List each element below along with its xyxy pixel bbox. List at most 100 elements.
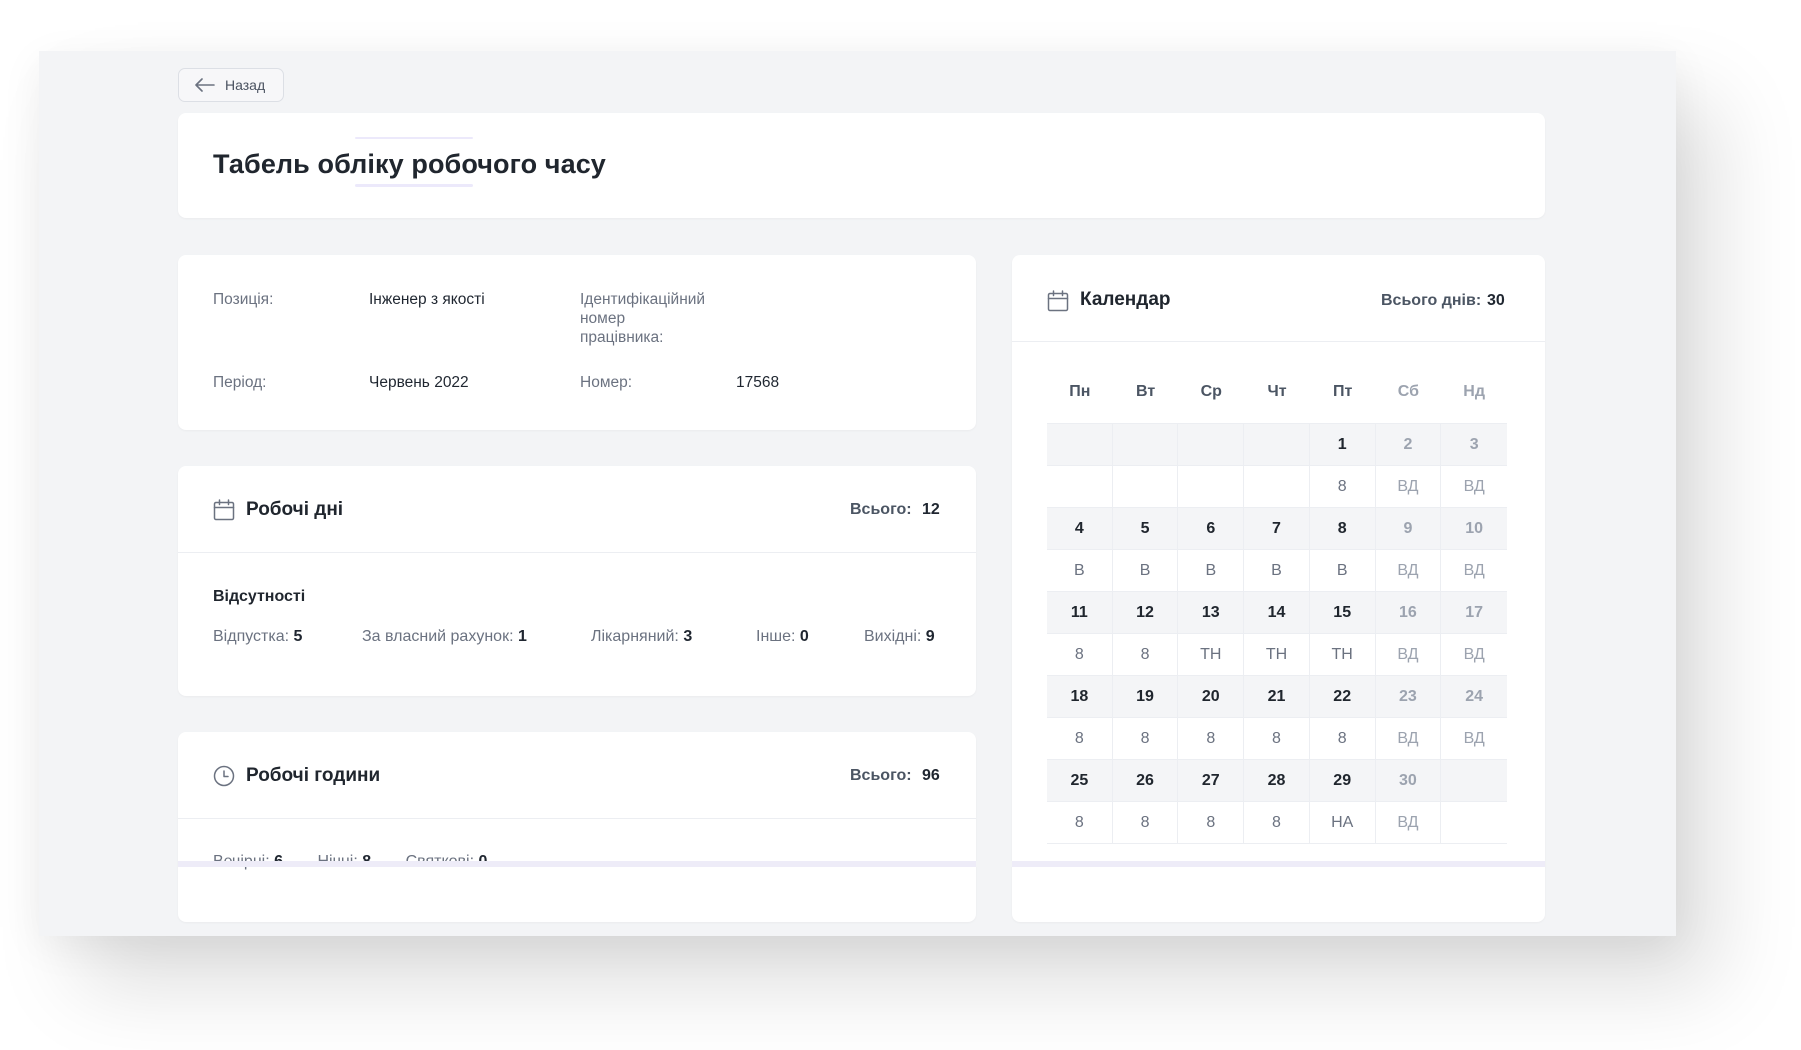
- working-hours-total-label: Всього:: [850, 767, 912, 784]
- calendar-empty-cell: [1047, 424, 1113, 466]
- calendar-day[interactable]: 18: [1047, 676, 1113, 718]
- calendar-day-code: ВД: [1375, 466, 1442, 508]
- calendar-day-code: ВД: [1441, 718, 1507, 760]
- calendar-day-code: В: [1047, 550, 1113, 592]
- working-days-total-label: Всього:: [850, 501, 912, 518]
- calendar-day[interactable]: 17: [1441, 592, 1507, 634]
- number-label: Номер:: [580, 374, 633, 391]
- calendar-total-label: Всього днів:: [1381, 292, 1482, 309]
- calendar-day[interactable]: 22: [1309, 676, 1376, 718]
- calendar-day-code: В: [1112, 550, 1179, 592]
- weekday-header: Нд: [1463, 383, 1485, 400]
- clock-icon: [213, 765, 235, 787]
- title-card: Табель обліку робочого часу: [178, 113, 1545, 218]
- weekday-header: Сб: [1397, 383, 1420, 400]
- calendar-header: Календар Всього днів: 30: [1012, 255, 1545, 342]
- calendar-day[interactable]: 21: [1244, 676, 1310, 718]
- calendar-day[interactable]: 6: [1178, 508, 1245, 550]
- absence-sick: Лікарняний: 3: [591, 628, 693, 645]
- working-days-title: Робочі дні: [246, 499, 344, 520]
- calendar-day-code: 8: [1047, 802, 1113, 844]
- calendar-day-code: 8: [1047, 634, 1113, 676]
- employee-id-label: Ідентифікаційний номер працівника:: [580, 291, 706, 346]
- calendar-total-value: 30: [1487, 292, 1505, 309]
- calendar-title: Календар: [1080, 289, 1171, 310]
- absence-other: Інше: 0: [756, 628, 809, 645]
- calendar-day-code: ТН: [1178, 634, 1245, 676]
- working-hours-title: Робочі години: [246, 765, 381, 786]
- calendar-weekday-row: Пн Вт Ср Чт Пт Сб Нд: [1047, 383, 1507, 401]
- calendar-day[interactable]: 28: [1244, 760, 1310, 802]
- calendar-day[interactable]: 2: [1375, 424, 1442, 466]
- period-value: Червень 2022: [369, 374, 469, 391]
- calendar-day-code: В: [1178, 550, 1245, 592]
- calendar-day-code: 8: [1178, 802, 1245, 844]
- calendar-day[interactable]: 9: [1375, 508, 1442, 550]
- calendar-icon: [1047, 290, 1069, 312]
- working-days-header: Робочі дні Всього: 12: [178, 466, 976, 553]
- calendar-day[interactable]: 14: [1244, 592, 1310, 634]
- weekday-header: Ср: [1200, 383, 1222, 400]
- calendar-day[interactable]: 23: [1375, 676, 1442, 718]
- calendar-day-code: ВД: [1441, 634, 1507, 676]
- calendar-day-code: ВД: [1375, 634, 1442, 676]
- calendar-day-code: ВД: [1375, 802, 1442, 844]
- calendar-day[interactable]: 10: [1441, 508, 1507, 550]
- calendar-day[interactable]: 8: [1309, 508, 1376, 550]
- calendar-day-code: В: [1309, 550, 1376, 592]
- calendar-empty-cell: [1178, 424, 1245, 466]
- calendar-day[interactable]: 7: [1244, 508, 1310, 550]
- number-value: 17568: [736, 374, 780, 391]
- calendar-day-code: 8: [1112, 634, 1179, 676]
- calendar-empty-cell: [1244, 424, 1310, 466]
- working-days-card: Робочі дні Всього: 12 Відсутності Відпус…: [178, 466, 976, 696]
- bottom-strip-gap: [976, 861, 1012, 867]
- calendar-day[interactable]: 19: [1112, 676, 1179, 718]
- weekday-header: Вт: [1135, 383, 1156, 400]
- calendar-day[interactable]: 11: [1047, 592, 1113, 634]
- weekday-header: Пн: [1069, 383, 1091, 400]
- title-highlight-bottom: [355, 184, 473, 187]
- calendar-day-code: ТН: [1244, 634, 1310, 676]
- calendar-day[interactable]: 26: [1112, 760, 1179, 802]
- absence-vacation: Відпустка: 5: [213, 628, 303, 645]
- calendar-grid: 1 2 3 8 ВД ВД 4 5 6 7 8 9 10 В В В В В ВД ВД 11 12 13 14 15 16 17 8…: [1047, 423, 1507, 844]
- calendar-day[interactable]: 15: [1309, 592, 1376, 634]
- calendar-day[interactable]: 29: [1309, 760, 1376, 802]
- timesheet-app: Назад Табель обліку робочого часу Позиці…: [39, 51, 1676, 936]
- calendar-day[interactable]: 12: [1112, 592, 1179, 634]
- back-button[interactable]: Назад: [178, 68, 285, 102]
- calendar-day[interactable]: 5: [1112, 508, 1179, 550]
- calendar-day-code: 8: [1244, 718, 1310, 760]
- calendar-day-code: ВД: [1375, 550, 1442, 592]
- calendar-day-code: 8: [1112, 718, 1179, 760]
- calendar-day[interactable]: 20: [1178, 676, 1245, 718]
- calendar-day[interactable]: 27: [1178, 760, 1245, 802]
- position-label: Позиція:: [213, 291, 274, 308]
- calendar-day-code: В: [1244, 550, 1310, 592]
- absence-days-off: Вихідні: 9: [864, 628, 935, 645]
- calendar-day-code: ВД: [1441, 466, 1507, 508]
- employee-info-card: Позиція: Інженер з якості Ідентифікаційн…: [178, 255, 976, 430]
- calendar-day[interactable]: 30: [1375, 760, 1442, 802]
- calendar-day-code: [1244, 466, 1310, 508]
- calendar-day-code: ТН: [1309, 634, 1376, 676]
- calendar-empty-cell: [1112, 424, 1179, 466]
- calendar-day-code: 8: [1309, 718, 1376, 760]
- calendar-day[interactable]: 24: [1441, 676, 1507, 718]
- calendar-empty-cell: [1441, 760, 1507, 802]
- calendar-day[interactable]: 16: [1375, 592, 1442, 634]
- working-hours-header: Робочі години Всього: 96: [178, 732, 976, 819]
- calendar-card: Календар Всього днів: 30 Пн Вт Ср Чт Пт Сб Нд …: [1012, 255, 1545, 922]
- calendar-day[interactable]: 25: [1047, 760, 1113, 802]
- working-days-total-value: 12: [922, 501, 940, 518]
- calendar-day-code: НА: [1309, 802, 1376, 844]
- calendar-icon: [213, 499, 235, 521]
- calendar-day[interactable]: 13: [1178, 592, 1245, 634]
- absence-unpaid: За власний рахунок: 1: [362, 628, 527, 645]
- calendar-day-code: 8: [1309, 466, 1376, 508]
- calendar-day[interactable]: 1: [1309, 424, 1376, 466]
- calendar-day[interactable]: 4: [1047, 508, 1113, 550]
- calendar-day[interactable]: 3: [1441, 424, 1507, 466]
- title-highlight: [355, 137, 473, 139]
